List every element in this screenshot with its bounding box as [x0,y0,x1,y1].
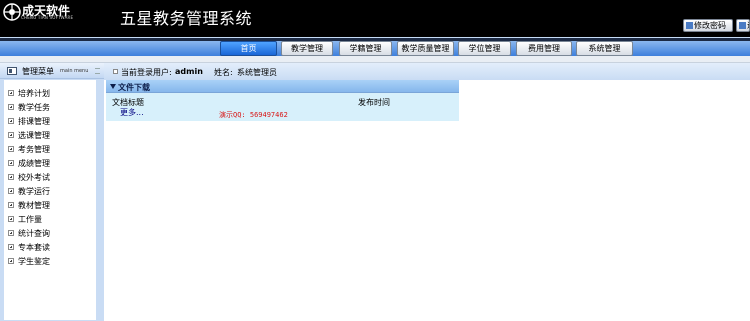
sidebar-item-label: 校外考试 [18,173,50,182]
sidebar-item-external-exam[interactable]: 校外考试 [8,172,50,184]
expand-icon [8,160,14,166]
sidebar-item-workload[interactable]: 工作量 [8,214,42,226]
tab-home[interactable]: 首页 [220,41,277,56]
sidebar-item-grades[interactable]: 成绩管理 [8,158,50,170]
sidebar-item-joint-degree[interactable]: 专本套读 [8,242,50,254]
sidebar-header: 管理菜单 main menu [0,63,104,79]
expand-icon [8,146,14,152]
column-header-time: 发布时间 [358,98,390,107]
tab-teaching-quality[interactable]: 教学质量管理 [397,41,454,56]
menu-icon [7,67,17,75]
tab-teaching[interactable]: 教学管理 [281,41,333,56]
sidebar-subtitle: main menu [60,68,89,74]
tab-student-records[interactable]: 学籍管理 [339,41,392,56]
panel-title: 文件下载 [118,83,150,92]
expand-icon [8,104,14,110]
logo-icon [3,3,21,21]
sidebar-item-student-appraisal[interactable]: 学生鉴定 [8,256,50,268]
change-password-button[interactable]: 修改密码 [683,19,733,32]
sidebar-item-label: 教学运行 [18,187,50,196]
expand-icon [8,202,14,208]
current-user-value: admin [175,67,203,76]
expand-icon [8,188,14,194]
user-bullet-icon [113,69,118,74]
tab-degree[interactable]: 学位管理 [458,41,511,56]
sidebar-item-teaching-operation[interactable]: 教学运行 [8,186,50,198]
sidebar-item-statistics[interactable]: 统计查询 [8,228,50,240]
header-separator [0,56,750,63]
sidebar-item-label: 培养计划 [18,89,50,98]
sidebar-item-course-selection[interactable]: 选课管理 [8,130,50,142]
nav-bar: 首页 教学管理 学籍管理 教学质量管理 学位管理 费用管理 系统管理 [0,37,750,56]
change-password-label: 修改密码 [694,21,726,30]
panel-header[interactable]: 文件下载 [106,80,459,93]
exit-icon [739,22,746,29]
sidebar-item-training-plan[interactable]: 培养计划 [8,88,50,100]
header: 成天软件 CHENG TIAN SOFTWARE 五星教务管理系统 修改密码 退… [0,0,750,37]
sidebar-item-teaching-task[interactable]: 教学任务 [8,102,50,114]
logo-subtitle: CHENG TIAN SOFTWARE [21,15,74,20]
sidebar-item-label: 考务管理 [18,145,50,154]
name-value: 系统管理员 [237,68,277,77]
expand-icon [8,216,14,222]
sidebar-item-label: 工作量 [18,215,42,224]
sidebar-item-label: 排课管理 [18,117,50,126]
tab-system[interactable]: 系统管理 [576,41,633,56]
main-content: 当前登录用户: admin 姓名: 系统管理员 文件下载 文档标题 发布时间 更… [104,63,750,321]
expand-icon [8,90,14,96]
sidebar: 管理菜单 main menu 培养计划 教学任务 排课管理 选课管理 考务管理 … [0,63,104,321]
collapse-triangle-icon[interactable] [110,84,116,89]
sidebar-item-label: 成绩管理 [18,159,50,168]
app-window: 成天软件 CHENG TIAN SOFTWARE 五星教务管理系统 修改密码 退… [0,0,750,321]
key-icon [686,22,693,29]
sidebar-item-exam-affairs[interactable]: 考务管理 [8,144,50,156]
sidebar-item-label: 统计查询 [18,229,50,238]
exit-button[interactable]: 退出 [736,19,750,32]
user-info-bar: 当前登录用户: admin 姓名: 系统管理员 [104,63,750,80]
expand-icon [8,132,14,138]
sidebar-title: 管理菜单 [22,67,54,76]
app-title: 五星教务管理系统 [120,9,253,28]
sidebar-item-label: 学生鉴定 [18,257,50,266]
sidebar-item-label: 选课管理 [18,131,50,140]
sidebar-item-scheduling[interactable]: 排课管理 [8,116,50,128]
sidebar-item-label: 教材管理 [18,201,50,210]
name-label: 姓名: [214,68,233,77]
demo-qq-note: 演示QQ: 569497462 [219,111,288,119]
expand-icon [8,230,14,236]
sidebar-item-textbooks[interactable]: 教材管理 [8,200,50,212]
tab-fees[interactable]: 费用管理 [516,41,572,56]
expand-icon [8,244,14,250]
more-link[interactable]: 更多... [120,107,144,118]
sidebar-item-label: 教学任务 [18,103,50,112]
expand-icon [8,174,14,180]
sidebar-menu: 培养计划 教学任务 排课管理 选课管理 考务管理 成绩管理 校外考试 教学运行 … [4,80,96,320]
sidebar-item-label: 专本套读 [18,243,50,252]
file-download-panel: 文件下载 文档标题 发布时间 更多... 演示QQ: 569497462 [106,80,459,121]
current-user-label: 当前登录用户: [121,68,172,77]
expand-icon [8,118,14,124]
sidebar-grip-icon[interactable] [95,68,100,74]
expand-icon [8,258,14,264]
